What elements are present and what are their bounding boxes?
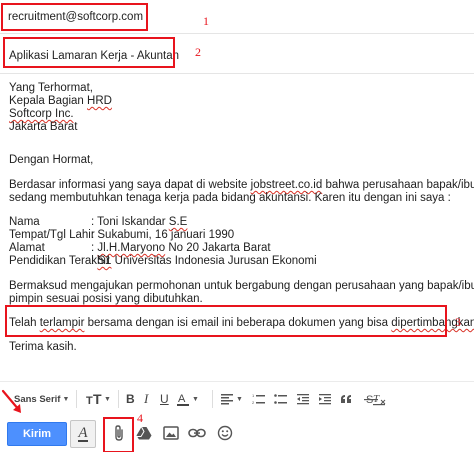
detail-row-name: Nama : Toni Iskandar S.E [9,216,469,229]
quote-icon[interactable] [340,390,352,408]
link-icon[interactable] [188,424,206,442]
numbered-list-icon[interactable]: 12 [252,390,266,408]
toolbar-divider [118,390,119,408]
intro-prefix: Berdasar informasi yang saya dapat di we… [9,179,251,191]
underline-button[interactable]: U [160,390,169,408]
italic-button[interactable]: I [144,390,148,408]
indent-less-icon[interactable] [296,390,310,408]
thanks-line: Terima kasih. [9,341,77,353]
detail-value-suffix: No 20 Jakarta Barat [165,242,271,254]
detail-value-marked: S1 [97,255,112,267]
svg-text:T: T [93,392,102,406]
svg-text:A: A [178,393,186,405]
svg-text:T: T [373,393,380,405]
company-line: Softcorp Inc. [9,108,74,120]
annotation-number: 3 [455,315,461,329]
align-icon[interactable]: ▼ [220,390,243,408]
annotation-number: 1 [203,14,209,28]
svg-text:T: T [86,395,93,406]
detail-value-suffix: Universitas Indonesia Jurusan Ekonomi [111,255,317,267]
intro-website: jobstreet.co.id [250,179,323,191]
caret-down-icon: ▼ [104,395,111,403]
salutation-line: Dengan Hormat, [9,154,94,166]
photo-icon[interactable] [162,424,180,442]
formatting-options-button[interactable]: A [70,420,96,448]
formatting-options-label: A [78,425,88,442]
detail-value-marked: S.E [168,216,188,228]
formatting-toolbar: Sans Serif▼ TT▼ B I U A▼ ▼ 12 S T [0,381,474,414]
intro-line-1: Berdasar informasi yang saya dapat di we… [9,179,474,192]
detail-label: Nama [9,216,40,228]
detail-row-address: Alamat : Jl.H.Maryono No 20 Jakarta Bara… [9,242,469,255]
drive-icon[interactable] [135,424,153,442]
recipient-title-line: Kepala Bagian HRD [9,95,112,108]
intro-line-2: sedang membutuhkan tenaga kerja pada bid… [9,192,451,204]
greeting-line: Yang Terhormat, [9,82,93,94]
annotation-number: 4 [137,411,143,425]
toolbar-divider [76,390,77,408]
caret-down-icon: ▼ [236,395,243,403]
recipient-title-hrd: HRD [87,95,112,107]
highlight-box-subject [3,37,175,68]
detail-value: : Toni Iskandar S.E [91,216,187,229]
bulleted-list-icon[interactable] [274,390,288,408]
clear-format-icon[interactable]: T [372,390,386,408]
detail-label: Tempat/Tgl Lahir [9,229,95,241]
detail-row-birth: Tempat/Tgl Lahir : Sukabumi, 16 januari … [9,229,469,242]
highlight-box-recipient [1,3,148,31]
detail-value-text: : Toni Iskandar [91,216,169,228]
detail-value: : Sukabumi, 16 januari 1990 [91,229,235,241]
recipient-title-prefix: Kepala Bagian [9,95,88,107]
text-color-icon[interactable]: A ▼ [176,390,199,408]
indent-more-icon[interactable] [318,390,332,408]
caret-down-icon: ▼ [62,395,70,403]
toolbar-divider [212,390,213,408]
intro-suffix: bahwa perusahaan bapak/ibu [322,179,474,191]
detail-value: : Jl.H.Maryono No 20 Jakarta Barat [91,242,271,255]
font-size-icon[interactable]: T T ▼ [86,390,111,408]
emoji-icon[interactable] [216,424,234,442]
city-line: Jakarta Barat [9,121,78,133]
highlight-box-attachment-line [5,305,447,337]
annotation-number: 2 [195,45,201,59]
annotation-arrow-icon [1,389,21,413]
svg-text:2: 2 [252,400,255,405]
detail-row-education: Pendidikan Terakhir : S1 Universitas Ind… [9,255,469,268]
svg-text:1: 1 [252,393,255,398]
caret-down-icon: ▼ [192,395,199,403]
compose-action-bar: Kirim A [0,414,474,452]
detail-value-marked: Jl.H.Maryono [97,242,166,254]
detail-value: : S1 Universitas Indonesia Jurusan Ekono… [91,255,317,268]
closing-line-1: Bermaksud mengajukan permohonan untuk be… [9,280,474,292]
detail-label: Alamat [9,242,45,254]
bold-button[interactable]: B [126,390,135,408]
highlight-box-attach-button [103,417,134,452]
send-button[interactable]: Kirim [7,422,67,446]
